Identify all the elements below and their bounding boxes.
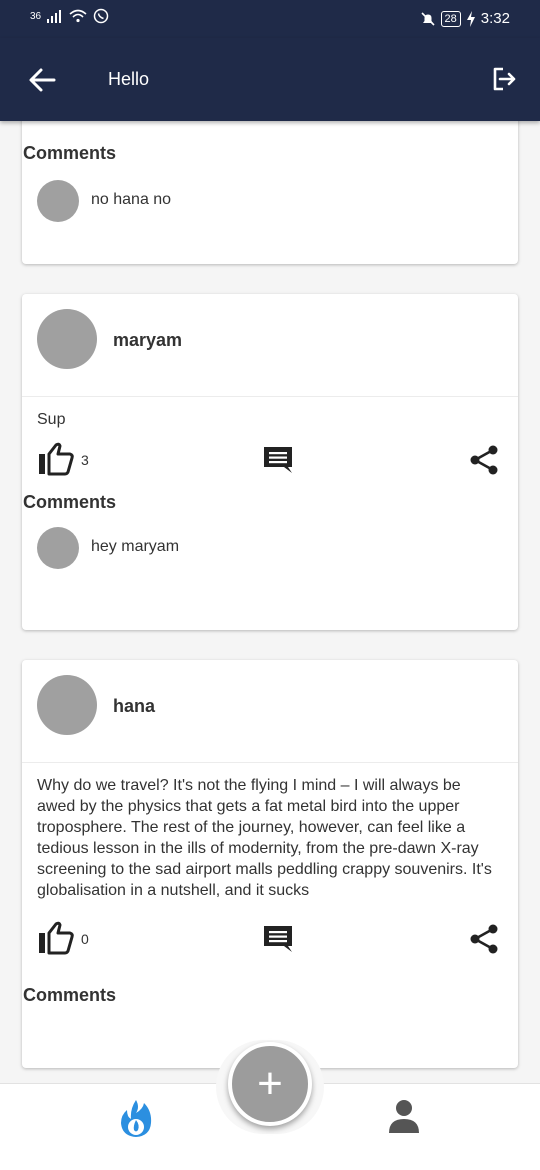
person-icon[interactable] xyxy=(386,1098,422,1134)
post-header: maryam xyxy=(22,294,518,397)
avatar xyxy=(37,527,79,569)
like-count: 3 xyxy=(81,452,89,468)
logout-icon[interactable] xyxy=(490,65,518,93)
post-text: Sup xyxy=(37,411,66,428)
comment-text: hey maryam xyxy=(91,538,180,555)
post-text: Why do we travel? It's not the flying I … xyxy=(37,777,492,899)
post-card: hana Why do we travel? It's not the flyi… xyxy=(22,660,518,1068)
post-feed[interactable]: Comments no hana no maryam Sup 3 Comment… xyxy=(0,121,540,1083)
page-title: Hello xyxy=(108,69,150,89)
clock: 3:32 xyxy=(480,10,510,27)
post-author[interactable]: hana xyxy=(113,696,155,717)
avatar[interactable] xyxy=(37,309,97,369)
post-card: maryam Sup 3 Comments hey maryam xyxy=(22,294,518,630)
post-card: Comments no hana no xyxy=(22,121,518,264)
comment-item: no hana no xyxy=(22,176,518,226)
avatar xyxy=(37,180,79,222)
like-count: 0 xyxy=(81,931,89,947)
app-bar: Hello xyxy=(0,38,540,121)
comment-item: hey maryam xyxy=(22,523,518,573)
comment-text: no hana no xyxy=(91,191,172,208)
charging-icon xyxy=(466,10,475,27)
bell-off-icon xyxy=(420,11,435,26)
post-actions: 3 xyxy=(22,442,518,492)
thumbs-up-icon[interactable] xyxy=(37,442,75,476)
plus-icon: + xyxy=(257,1059,283,1108)
post-header: hana xyxy=(22,660,518,763)
comment-icon[interactable] xyxy=(262,444,294,476)
post-author[interactable]: maryam xyxy=(113,330,182,351)
share-icon[interactable] xyxy=(468,923,500,955)
whatsapp-icon xyxy=(93,8,109,24)
wifi-icon xyxy=(69,9,87,23)
post-actions: 0 xyxy=(22,921,518,971)
back-arrow-icon[interactable] xyxy=(28,66,56,94)
avatar[interactable] xyxy=(37,675,97,735)
battery-level: 28 xyxy=(440,10,461,27)
add-post-button[interactable]: + xyxy=(228,1042,312,1126)
comment-icon[interactable] xyxy=(262,923,294,955)
signal-icon xyxy=(47,10,62,23)
flame-icon[interactable] xyxy=(118,1097,154,1139)
comments-heading: Comments xyxy=(23,492,117,512)
status-bar: 36 28 3:32 xyxy=(0,0,540,38)
comments-heading: Comments xyxy=(23,985,117,1005)
share-icon[interactable] xyxy=(468,444,500,476)
comments-heading: Comments xyxy=(23,143,117,163)
network-type: 36 xyxy=(30,10,42,22)
thumbs-up-icon[interactable] xyxy=(37,921,75,955)
